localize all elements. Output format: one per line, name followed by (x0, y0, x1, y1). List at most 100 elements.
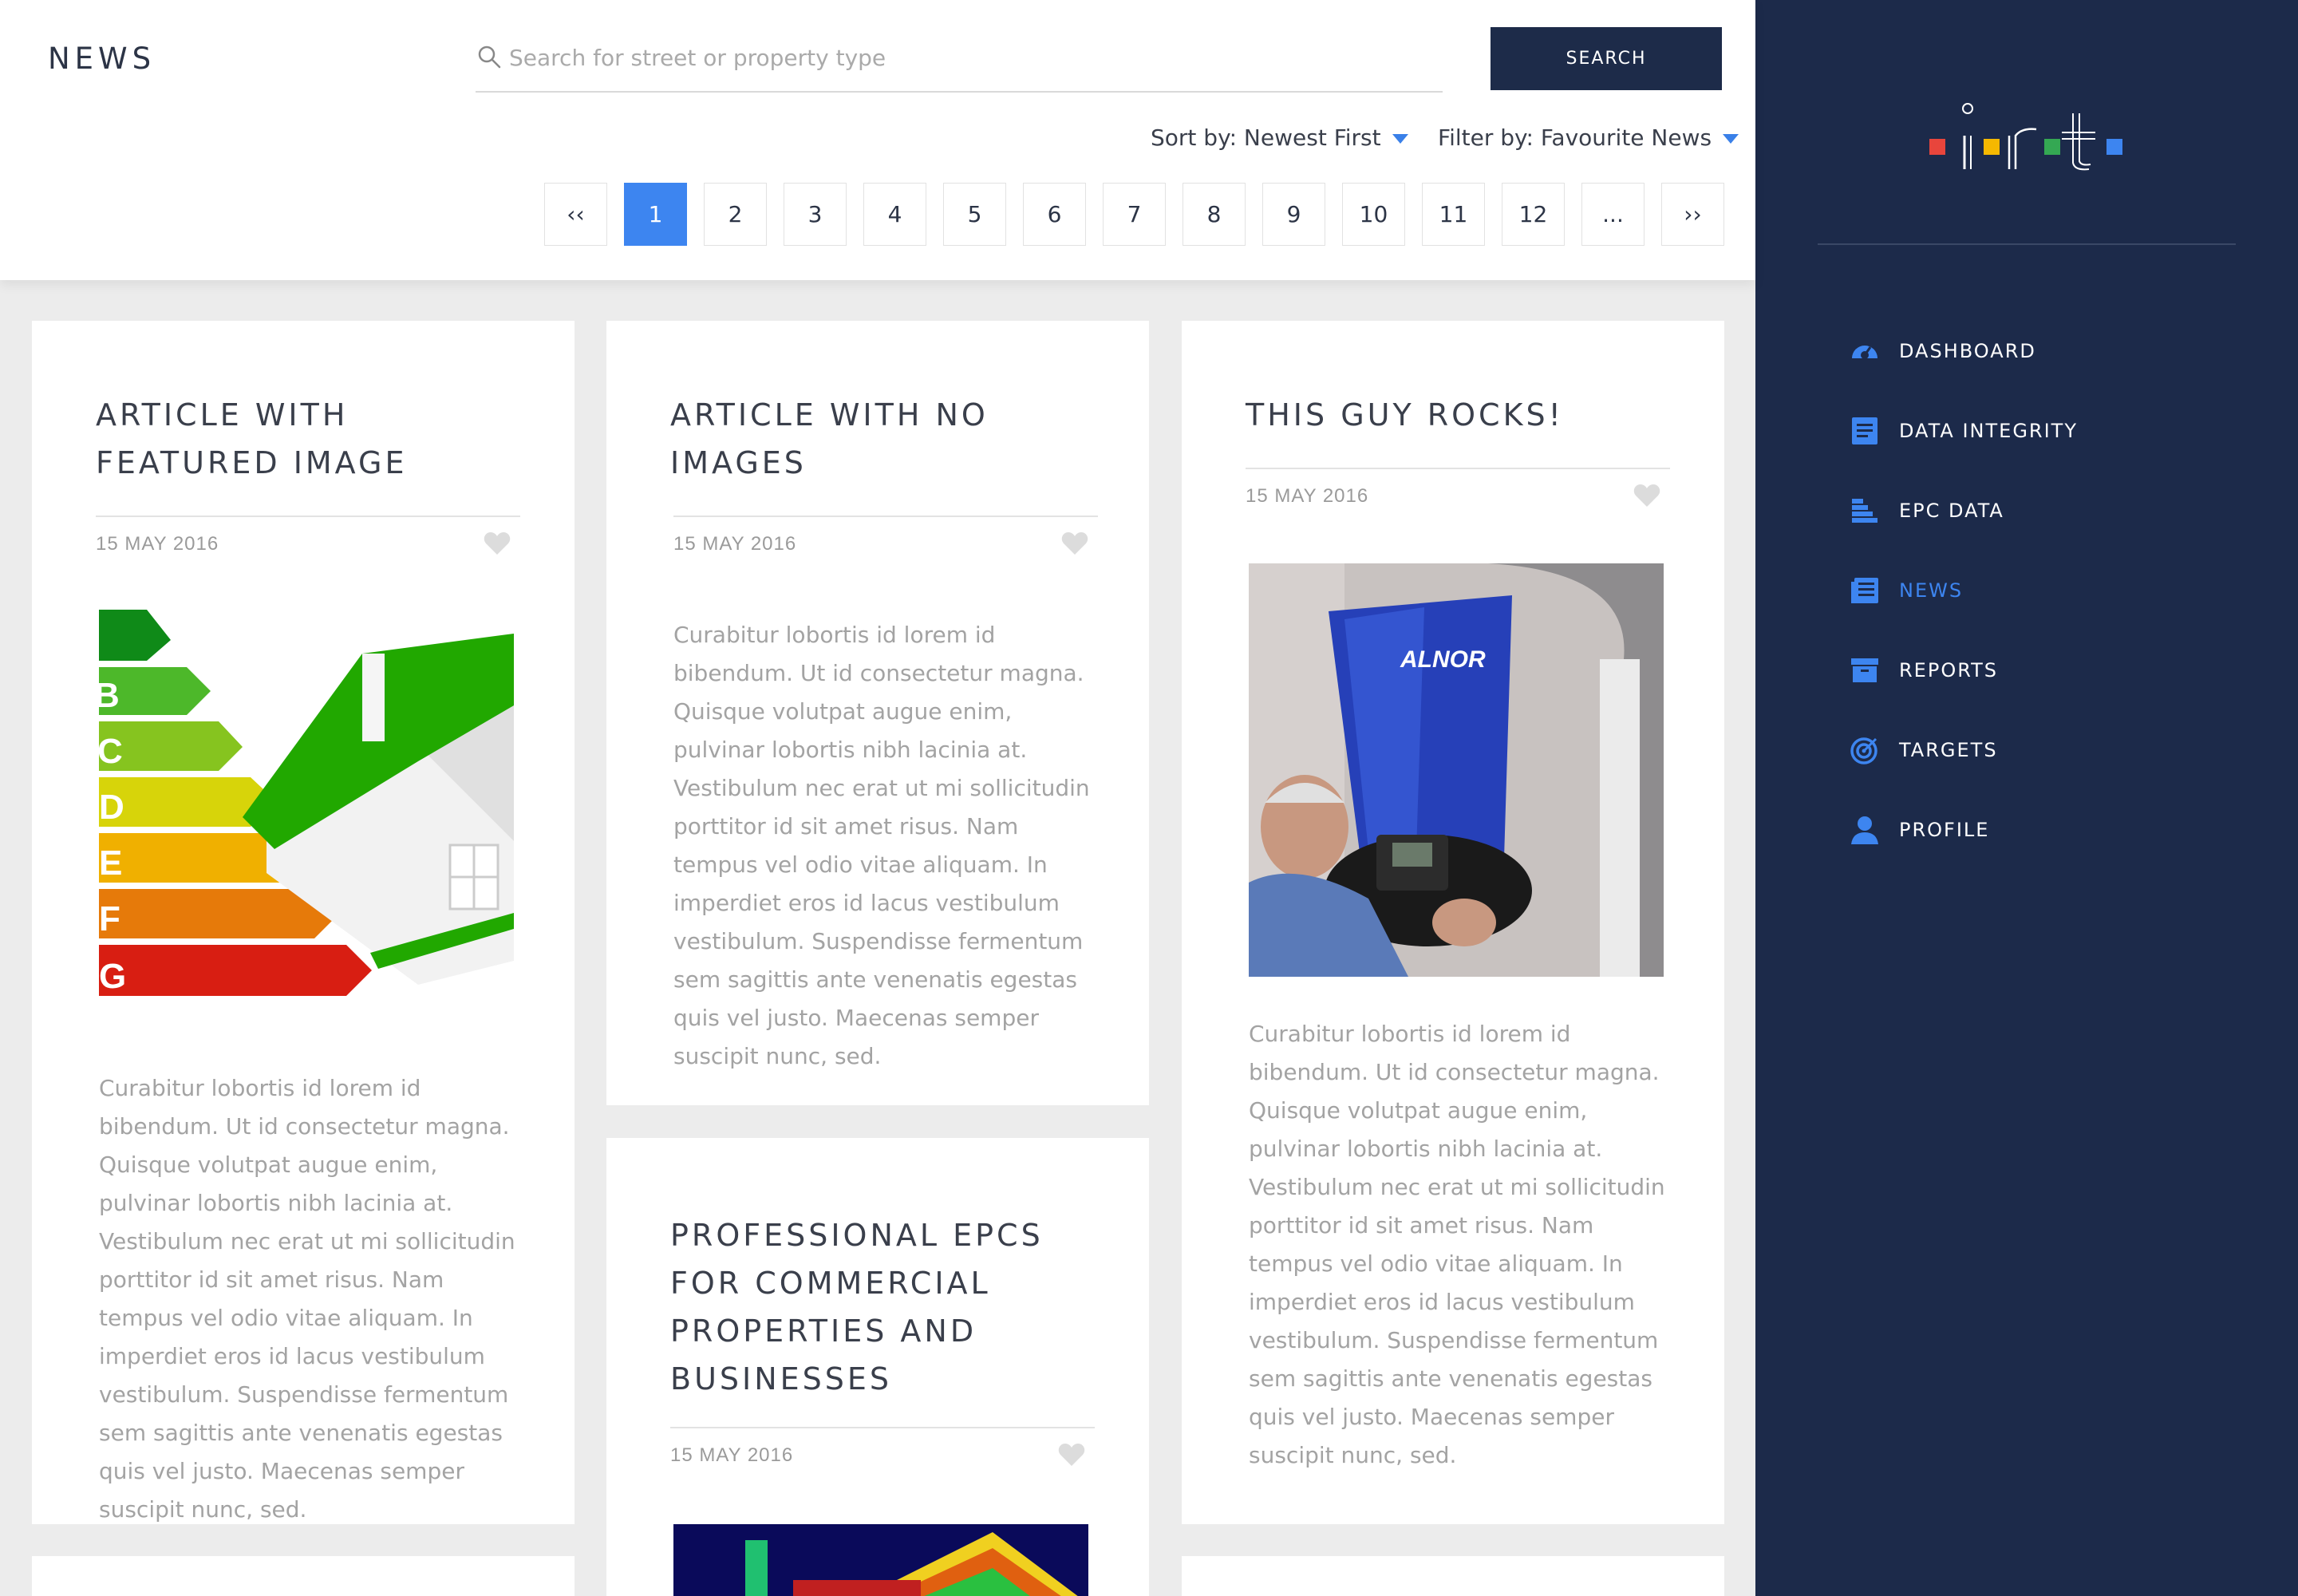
caret-down-icon (1723, 134, 1739, 144)
divider (96, 516, 520, 517)
filter-label: Filter by: Favourite News (1438, 124, 1712, 151)
sidebar-item-label: EPC DATA (1899, 500, 2004, 522)
sidebar-item-label: NEWS (1899, 579, 1964, 602)
page-button-4[interactable]: 4 (863, 183, 926, 246)
sidebar-item-label: PROFILE (1899, 819, 1990, 841)
page-last-button[interactable]: ›› (1661, 183, 1724, 246)
card-date: 15 MAY 2016 (1246, 485, 1369, 507)
archive-box-icon (1850, 655, 1880, 685)
heart-icon[interactable] (1061, 531, 1088, 555)
sidebar-item-label: DASHBOARD (1899, 340, 2036, 362)
card-title: THIS GUY ROCKS! (1246, 391, 1660, 439)
card-title-line: IMAGES (670, 445, 807, 480)
card-title-line: PROFESSIONAL EPCS (670, 1218, 1044, 1253)
card-body: Curabitur lobortis id lorem id bibendum.… (1249, 1021, 1665, 1468)
divider (670, 1427, 1095, 1428)
search-button[interactable]: SEARCH (1491, 27, 1722, 90)
sidebar-item-label: TARGETS (1899, 739, 1998, 761)
card-date: 15 MAY 2016 (673, 533, 797, 555)
rating-letter: E (99, 843, 122, 883)
rating-letter: G (99, 957, 126, 996)
heart-icon[interactable] (1058, 1443, 1085, 1467)
card-title-line: FOR COMMERCIAL (670, 1266, 991, 1301)
alnor-brand-text: ALNOR (1400, 646, 1486, 673)
sidebar-item-reports[interactable]: REPORTS (1850, 630, 2078, 710)
sidebar-item-dashboard[interactable]: DASHBOARD (1850, 311, 2078, 391)
top-header: NEWS SEARCH Sort by: Newest First Filter… (0, 0, 1755, 280)
card-title-line: THIS GUY ROCKS! (1246, 397, 1564, 433)
sidebar-nav: DASHBOARD DATA INTEGRITY EPC DATA NEWS R… (1850, 311, 2078, 870)
page-button-1[interactable]: 1 (624, 183, 687, 246)
sidebar-item-epc-data[interactable]: EPC DATA (1850, 471, 2078, 551)
page-button-9[interactable]: 9 (1262, 183, 1325, 246)
page-button-2[interactable]: 2 (704, 183, 767, 246)
sidebar-item-targets[interactable]: TARGETS (1850, 710, 2078, 790)
search-input[interactable] (509, 32, 1435, 83)
thermal-house-image (673, 1524, 1088, 1596)
sidebar-item-news[interactable]: NEWS (1850, 551, 2078, 630)
news-card[interactable]: ARTICLE WITH FEATURED IMAGE 15 MAY 2016 … (32, 321, 574, 1524)
news-card[interactable] (1182, 1556, 1724, 1596)
page-button-6[interactable]: 6 (1023, 183, 1086, 246)
caret-down-icon (1392, 134, 1408, 144)
sort-label: Sort by: Newest First (1151, 124, 1381, 151)
epc-house-illustration: B C D E F G (99, 610, 514, 996)
card-date: 15 MAY 2016 (670, 1444, 794, 1466)
search-bar (476, 32, 1443, 93)
page-first-button[interactable]: ‹‹ (544, 183, 607, 246)
document-icon (1850, 416, 1880, 446)
target-icon (1850, 735, 1880, 765)
sidebar-item-label: DATA INTEGRITY (1899, 420, 2078, 442)
divider (673, 516, 1098, 517)
news-card[interactable]: ARTICLE WITH NO IMAGES 15 MAY 2016 Curab… (606, 321, 1149, 1105)
rating-letter: C (99, 732, 123, 771)
heart-icon[interactable] (1633, 484, 1660, 508)
news-card[interactable] (32, 1556, 574, 1596)
card-title-line: ARTICLE WITH NO (670, 397, 989, 433)
news-card[interactable]: THIS GUY ROCKS! 15 MAY 2016 ALNOR Curabi… (1182, 321, 1724, 1524)
blower-door-photo: ALNOR (1249, 563, 1664, 977)
heart-icon[interactable] (484, 531, 511, 555)
app-logo (1929, 103, 2122, 171)
page-ellipsis-button[interactable]: ... (1581, 183, 1645, 246)
card-title-line: FEATURED IMAGE (96, 445, 408, 480)
card-date: 15 MAY 2016 (96, 533, 219, 555)
page-button-11[interactable]: 11 (1422, 183, 1485, 246)
page-button-5[interactable]: 5 (943, 183, 1006, 246)
card-title-line: BUSINESSES (670, 1361, 893, 1396)
rating-letter: F (99, 899, 120, 938)
rating-letter: B (99, 676, 120, 715)
sidebar-item-profile[interactable]: PROFILE (1850, 790, 2078, 870)
card-body: Curabitur lobortis id lorem id bibendum.… (99, 1075, 515, 1523)
user-icon (1850, 815, 1880, 845)
sidebar-item-label: REPORTS (1899, 659, 1999, 681)
dashboard-icon (1850, 336, 1880, 366)
divider (1246, 468, 1670, 469)
page-button-12[interactable]: 12 (1502, 183, 1565, 246)
page-button-10[interactable]: 10 (1342, 183, 1405, 246)
blower-door-illustration: ALNOR (1249, 563, 1664, 977)
search-icon (478, 45, 501, 69)
card-title: ARTICLE WITH FEATURED IMAGE (96, 391, 511, 487)
divider (1818, 243, 2236, 245)
page-button-7[interactable]: 7 (1103, 183, 1166, 246)
page-title: NEWS (48, 41, 156, 76)
sort-dropdown[interactable]: Sort by: Newest First (1151, 124, 1408, 151)
epc-chart-icon (1850, 496, 1880, 526)
card-title: ARTICLE WITH NO IMAGES (670, 391, 1085, 487)
sidebar-item-data-integrity[interactable]: DATA INTEGRITY (1850, 391, 2078, 471)
filter-dropdown[interactable]: Filter by: Favourite News (1438, 124, 1739, 151)
card-title: PROFESSIONAL EPCS FOR COMMERCIAL PROPERT… (670, 1211, 1085, 1403)
epc-energy-rating-image: B C D E F G (99, 610, 514, 1017)
rating-letter: D (99, 788, 124, 827)
card-title-line: ARTICLE WITH (96, 397, 349, 433)
card-title-line: PROPERTIES AND (670, 1314, 977, 1349)
page-button-3[interactable]: 3 (784, 183, 847, 246)
card-body: Curabitur lobortis id lorem id bibendum.… (673, 622, 1090, 1069)
pagination: ‹‹ 1 2 3 4 5 6 7 8 9 10 11 12 ... ›› (544, 183, 1724, 246)
page-button-8[interactable]: 8 (1183, 183, 1246, 246)
sidebar: DASHBOARD DATA INTEGRITY EPC DATA NEWS R… (1755, 0, 2298, 1596)
thermal-image-graphic (673, 1524, 1088, 1596)
newspaper-icon (1850, 575, 1880, 606)
news-card[interactable]: PROFESSIONAL EPCS FOR COMMERCIAL PROPERT… (606, 1138, 1149, 1596)
